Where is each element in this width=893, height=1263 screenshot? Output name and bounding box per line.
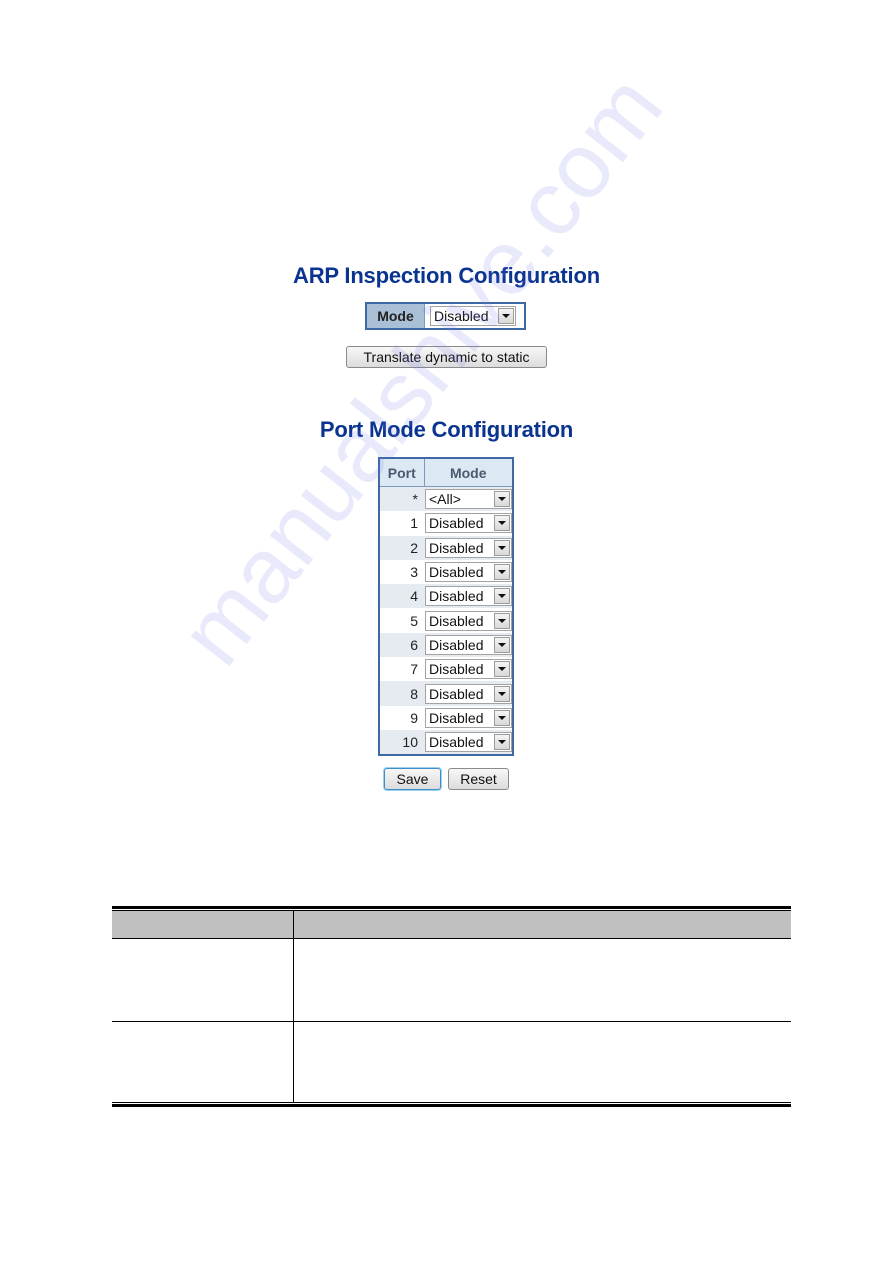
- port-mode-value: Disabled: [429, 612, 484, 629]
- port-mode-value: Disabled: [429, 661, 484, 678]
- mode-cell: Disabled: [424, 584, 513, 609]
- table-row: * <All>: [379, 486, 513, 512]
- chevron-down-icon[interactable]: [494, 515, 510, 532]
- column-header-port: Port: [379, 458, 425, 487]
- mode-cell: Disabled: [424, 657, 513, 682]
- port-mode-value: Disabled: [429, 588, 484, 605]
- port-mode-value: Disabled: [429, 564, 484, 581]
- mode-label: Mode: [367, 304, 425, 328]
- table-row: 4 Disabled: [379, 584, 513, 609]
- chevron-down-icon[interactable]: [494, 709, 510, 726]
- port-mode-value: Disabled: [429, 636, 484, 653]
- port-mode-select[interactable]: Disabled: [425, 634, 512, 655]
- column-divider: [293, 911, 294, 1103]
- mode-cell: Disabled: [424, 705, 513, 730]
- port-mode-select[interactable]: Disabled: [425, 537, 512, 558]
- mode-cell: Disabled: [425, 304, 524, 328]
- port-mode-select[interactable]: <All>: [425, 489, 512, 510]
- chevron-down-icon[interactable]: [494, 491, 510, 508]
- port-mode-select[interactable]: Disabled: [425, 732, 512, 753]
- port-mode-select[interactable]: Disabled: [425, 707, 512, 728]
- table-row: 2 Disabled: [379, 535, 513, 560]
- port-mode-select[interactable]: Disabled: [425, 513, 512, 534]
- port-mode-table: Port Mode * <All> 1 Disabled 2 Disabled 3 Disab…: [378, 457, 514, 757]
- chevron-down-icon[interactable]: [498, 308, 514, 324]
- table-row: 9 Disabled: [379, 705, 513, 730]
- mode-cell: Disabled: [424, 511, 513, 536]
- table-row: 7 Disabled: [379, 657, 513, 682]
- table-row: 1 Disabled: [379, 511, 513, 536]
- chevron-down-icon[interactable]: [494, 539, 510, 556]
- column-header-mode: Mode: [424, 458, 513, 487]
- port-number: 8: [379, 681, 424, 706]
- mode-cell: Disabled: [424, 632, 513, 658]
- port-number: 7: [379, 657, 424, 682]
- chevron-down-icon[interactable]: [494, 636, 510, 653]
- chevron-down-icon[interactable]: [494, 661, 510, 678]
- port-number: 4: [379, 584, 424, 609]
- chevron-down-icon[interactable]: [494, 685, 510, 702]
- port-number: 2: [379, 535, 424, 560]
- port-number: 3: [379, 559, 424, 585]
- mode-cell: Disabled: [424, 608, 513, 633]
- chevron-down-icon[interactable]: [494, 588, 510, 605]
- mode-cell: Disabled: [424, 729, 513, 756]
- port-mode-title: Port Mode Configuration: [319, 417, 574, 442]
- row-divider: [112, 1021, 791, 1022]
- table-bottom-border-inner: [112, 1102, 791, 1103]
- parameter-description-table: [112, 906, 791, 1107]
- port-number: 1: [379, 511, 424, 536]
- port-mode-value: Disabled: [429, 539, 484, 556]
- table-row: 3 Disabled: [379, 559, 513, 585]
- port-mode-select[interactable]: Disabled: [425, 586, 512, 607]
- table-row: 10 Disabled: [379, 729, 513, 756]
- port-mode-value: <All>: [429, 491, 461, 508]
- translate-dynamic-to-static-button[interactable]: Translate dynamic to static: [346, 346, 547, 368]
- reset-button[interactable]: Reset: [448, 768, 509, 790]
- chevron-down-icon[interactable]: [494, 734, 510, 751]
- header-divider: [112, 938, 791, 939]
- mode-cell: <All>: [424, 486, 513, 512]
- port-number: *: [379, 486, 424, 512]
- mode-cell: Disabled: [424, 535, 513, 560]
- port-mode-value: Disabled: [429, 709, 484, 726]
- port-mode-select[interactable]: Disabled: [425, 659, 512, 680]
- table-header-row: Port Mode: [379, 458, 513, 487]
- arp-inspection-title: ARP Inspection Configuration: [293, 263, 600, 288]
- arp-mode-box: Mode Disabled: [365, 302, 526, 330]
- port-number: 9: [379, 705, 424, 730]
- port-number: 10: [379, 729, 424, 756]
- table-bottom-border: [112, 1104, 791, 1107]
- port-mode-select[interactable]: Disabled: [425, 562, 512, 583]
- arp-mode-value: Disabled: [434, 308, 489, 324]
- port-number: 6: [379, 632, 424, 658]
- chevron-down-icon[interactable]: [494, 564, 510, 581]
- port-mode-select[interactable]: Disabled: [425, 610, 512, 631]
- table-row: 6 Disabled: [379, 632, 513, 658]
- port-number: 5: [379, 608, 424, 633]
- port-mode-value: Disabled: [429, 685, 484, 702]
- arp-mode-select[interactable]: Disabled: [430, 306, 516, 326]
- mode-cell: Disabled: [424, 559, 513, 585]
- port-mode-select[interactable]: Disabled: [425, 683, 512, 704]
- port-mode-value: Disabled: [429, 734, 484, 751]
- table-header-row: [112, 911, 791, 938]
- table-row: 8 Disabled: [379, 681, 513, 706]
- table-top-border: [112, 906, 791, 909]
- mode-cell: Disabled: [424, 681, 513, 706]
- chevron-down-icon[interactable]: [494, 612, 510, 629]
- port-mode-value: Disabled: [429, 515, 484, 532]
- save-button[interactable]: Save: [384, 768, 441, 790]
- table-row: 5 Disabled: [379, 608, 513, 633]
